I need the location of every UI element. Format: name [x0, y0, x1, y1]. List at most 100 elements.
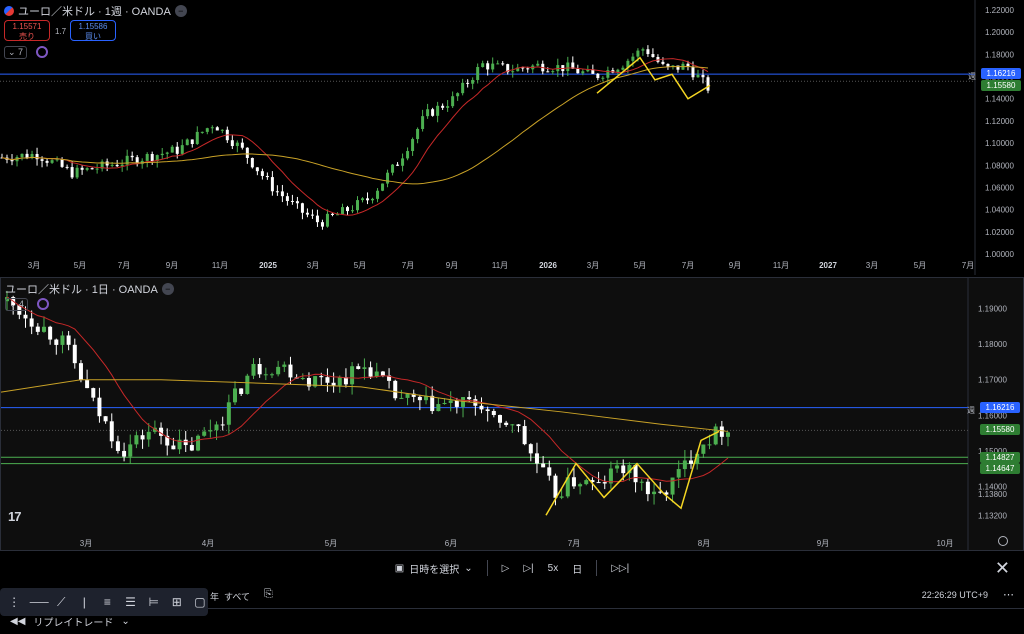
visibility-icon[interactable]	[37, 298, 49, 310]
play-icon[interactable]: ▷	[502, 563, 510, 574]
candle-body	[109, 421, 114, 442]
sell-button[interactable]: 1.15571 売り	[4, 20, 50, 41]
candle-body	[456, 93, 460, 97]
candle-body	[337, 377, 342, 386]
indicators-toggle[interactable]: ⌄ 4	[5, 298, 29, 311]
tradingview-logo: 17	[8, 509, 22, 524]
time-axis-label: 9月	[817, 539, 829, 548]
time-axis-label: 6月	[445, 539, 457, 548]
price-axis-label: 1.00000	[985, 250, 1014, 259]
more-icon[interactable]: ⋯	[1003, 588, 1014, 601]
candle-body	[713, 426, 718, 445]
legend-menu-icon[interactable]: −	[161, 283, 174, 295]
chevron-down-icon[interactable]: ⌄	[121, 616, 129, 627]
legend-menu-icon[interactable]: −	[174, 5, 187, 17]
chart-settings-icon[interactable]	[998, 536, 1008, 546]
candle-body	[602, 482, 607, 484]
candle-body	[645, 481, 650, 495]
candle-body	[576, 68, 580, 74]
candle-body	[689, 460, 694, 464]
support-level-2-tag: 1.14647	[980, 463, 1020, 474]
candle-body	[263, 374, 268, 376]
collapse-panel-icon[interactable]: ◀◀	[10, 616, 25, 627]
candle-body	[235, 142, 239, 147]
time-axis-label: 7月	[962, 261, 974, 270]
candle-body	[436, 404, 441, 412]
time-axis-label: 5月	[914, 261, 926, 270]
candle-body	[282, 364, 287, 367]
daily-chart-canvas[interactable]: 1.200001.190001.180001.170001.160001.150…	[1, 278, 1023, 550]
chart-background	[0, 0, 1024, 275]
candle-body	[526, 68, 530, 70]
candle-body	[160, 153, 164, 156]
candle-body	[72, 344, 77, 364]
price-axis-label: 1.08000	[985, 161, 1014, 170]
candle-body	[245, 375, 250, 394]
candle-body	[682, 460, 687, 470]
time-axis-label: 3月	[80, 539, 92, 548]
speed-button[interactable]: 5x	[548, 563, 559, 574]
jump-to-realtime-icon[interactable]: ▷▷|	[611, 563, 629, 574]
weekly-chart-canvas[interactable]: 1.220001.200001.180001.160001.140001.120…	[0, 0, 1024, 275]
select-date-button[interactable]: ▣ 日時を選択 ⌄	[395, 561, 473, 576]
candle-body	[146, 431, 151, 440]
visibility-icon[interactable]	[36, 46, 48, 58]
candle-body	[571, 477, 576, 487]
candle-body	[491, 63, 495, 70]
candle-body	[596, 73, 600, 79]
candle-body	[50, 160, 54, 163]
rectangle-icon[interactable]: ▢	[192, 594, 208, 611]
candle-body	[245, 147, 249, 158]
candle-body	[461, 82, 465, 94]
indicators-toggle[interactable]: ⌄ 7	[4, 46, 28, 59]
clock[interactable]: 22:26:29 UTC+9	[922, 590, 988, 600]
vertical-line-icon[interactable]: |	[76, 594, 92, 611]
candle-body	[451, 96, 455, 107]
candle-body	[240, 142, 244, 148]
price-axis-label: 1.13800	[978, 490, 1007, 499]
candle-body	[20, 153, 24, 158]
candle-body	[65, 166, 69, 168]
fib-retracement-icon[interactable]: ☰	[123, 594, 139, 611]
time-axis-label: 9月	[166, 261, 178, 270]
support-level-1-tag: 1.14827	[980, 452, 1020, 463]
buy-button[interactable]: 1.15586 買い	[70, 20, 116, 41]
interval-button[interactable]: 日	[572, 561, 582, 576]
weekly-chart-pane[interactable]: ユーロ／米ドル · 1週 · OANDA − 1.15571 売り 1.7 1.…	[0, 0, 1024, 275]
candle-body	[416, 128, 420, 140]
candle-body	[310, 214, 314, 216]
range-all-button[interactable]: すべて	[224, 590, 250, 603]
candle-body	[214, 424, 219, 431]
candle-body	[210, 127, 214, 129]
fib-extension-icon[interactable]: ⊨	[146, 594, 162, 611]
price-axis-label: 1.04000	[985, 206, 1014, 215]
time-axis-label: 2027	[819, 261, 837, 270]
horizontal-ray-icon[interactable]: ⸺	[29, 594, 49, 611]
parallel-channel-icon[interactable]: ≡	[99, 594, 115, 611]
candle-body	[417, 396, 422, 401]
candle-body	[150, 153, 154, 161]
chart-background	[1, 278, 1023, 550]
price-axis-label: 1.19000	[978, 304, 1007, 313]
step-forward-icon[interactable]: ▷|	[523, 563, 533, 574]
candle-body	[386, 172, 390, 184]
replay-trade-label[interactable]: リプレイトレード	[33, 614, 113, 629]
time-axis-label: 7月	[568, 539, 580, 548]
candle-body	[421, 116, 425, 129]
daily-chart-title: ユーロ／米ドル · 1日 · OANDA	[5, 284, 158, 296]
candle-body	[290, 200, 294, 202]
close-icon[interactable]: ✕	[995, 558, 1010, 579]
candle-body	[621, 465, 626, 474]
daily-chart-pane[interactable]: ユーロ／米ドル · 1日 · OANDA − ⌄ 4 1.200001.1900…	[0, 277, 1024, 551]
trend-line-icon[interactable]: ⟋	[53, 594, 69, 611]
candle-body	[295, 201, 299, 204]
time-axis-label: 3月	[866, 261, 878, 270]
candle-body	[91, 388, 96, 398]
candle-body	[481, 63, 485, 68]
candle-body	[676, 469, 681, 478]
drag-handle-icon[interactable]: ⋮	[6, 594, 22, 611]
range-year-button[interactable]: 年	[210, 590, 219, 603]
go-to-date-icon[interactable]: ⎘	[264, 588, 273, 601]
grid-icon[interactable]: ⊞	[169, 594, 185, 611]
candle-body	[350, 210, 354, 212]
